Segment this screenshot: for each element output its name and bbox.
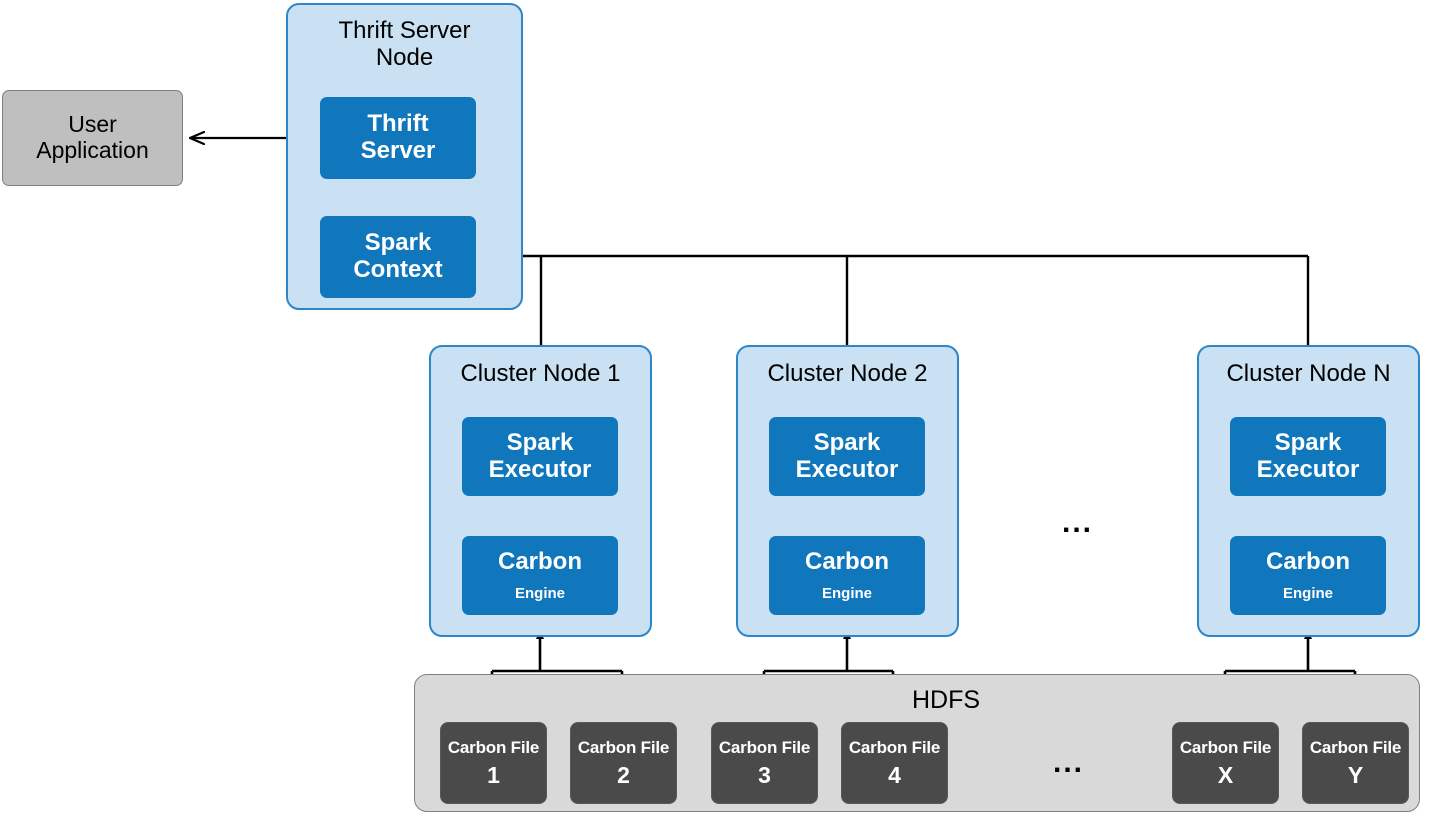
carbon-file-box-3: Carbon File 3 [711, 722, 818, 804]
carbon-file-box-y: Carbon File Y [1302, 722, 1409, 804]
carbon-file-name-y: Carbon File [1309, 738, 1402, 757]
thrift-server-box: Thrift Server [320, 97, 476, 179]
carbon-file-name-x: Carbon File [1179, 738, 1272, 757]
carbon-file-id-3: 3 [758, 761, 771, 788]
carbon-file-id-x: X [1217, 761, 1234, 788]
spark-executor-box-nodeN: Spark Executor [1230, 417, 1386, 496]
user-application-box: User Application [2, 90, 183, 186]
carbon-file-name-2: Carbon File [577, 738, 670, 757]
spark-context-box: Spark Context [320, 216, 476, 298]
carbon-file-id-y: Y [1347, 761, 1364, 788]
hdfs-label: HDFS [912, 686, 981, 714]
architecture-diagram: User Application Thrift Server Node Thri… [0, 0, 1434, 818]
spark-executor-label-line1-nodeN: Spark [1274, 428, 1342, 456]
spark-context-label-line1: Spark [364, 229, 432, 257]
carbon-engine-box-nodeN: Carbon Engine [1230, 536, 1386, 615]
spark-executor-label-line2-node1: Executor [488, 455, 592, 483]
carbon-file-box-2: Carbon File 2 [570, 722, 677, 804]
carbon-file-box-x: Carbon File X [1172, 722, 1279, 804]
cluster-nodes-ellipsis: ... [1062, 506, 1094, 539]
carbon-engine-sublabel-node2: Engine [821, 584, 872, 602]
carbon-file-box-4: Carbon File 4 [841, 722, 948, 804]
carbon-file-id-4: 4 [888, 761, 901, 788]
user-application-label-line2: Application [36, 137, 149, 163]
carbon-file-id-1: 1 [487, 761, 500, 788]
spark-executor-box-node1: Spark Executor [462, 417, 618, 496]
carbon-file-name-4: Carbon File [848, 738, 941, 757]
carbon-engine-label-node2: Carbon [805, 547, 889, 575]
cluster-node-n-title: Cluster Node N [1226, 360, 1391, 387]
spark-executor-label-line2-nodeN: Executor [1256, 455, 1360, 483]
carbon-file-id-2: 2 [617, 761, 630, 788]
carbon-engine-sublabel-nodeN: Engine [1282, 584, 1333, 602]
spark-executor-label-line1-node2: Spark [813, 428, 881, 456]
carbon-engine-box-node2: Carbon Engine [769, 536, 925, 615]
thrift-server-node-title-line1: Thrift Server [338, 17, 471, 44]
thrift-server-node-title-line2: Node [375, 44, 434, 71]
spark-context-label-line2: Context [353, 256, 443, 283]
carbon-file-name-3: Carbon File [718, 738, 811, 757]
spark-executor-label-line1-node1: Spark [506, 428, 574, 456]
carbon-engine-label-node1: Carbon [498, 547, 582, 575]
carbon-files-ellipsis: ... [1053, 746, 1085, 779]
thrift-server-label-line1: Thrift [367, 110, 429, 138]
spark-executor-label-line2-node2: Executor [795, 455, 899, 483]
carbon-engine-box-node1: Carbon Engine [462, 536, 618, 615]
cluster-node-2-title: Cluster Node 2 [767, 360, 928, 387]
carbon-engine-sublabel-node1: Engine [514, 584, 565, 602]
carbon-engine-label-nodeN: Carbon [1266, 547, 1350, 575]
cluster-node-1-title: Cluster Node 1 [460, 360, 621, 387]
carbon-file-name-1: Carbon File [447, 738, 540, 757]
user-application-label-line1: User [68, 111, 117, 138]
carbon-file-box-1: Carbon File 1 [440, 722, 547, 804]
thrift-server-label-line2: Server [360, 137, 436, 164]
spark-executor-box-node2: Spark Executor [769, 417, 925, 496]
